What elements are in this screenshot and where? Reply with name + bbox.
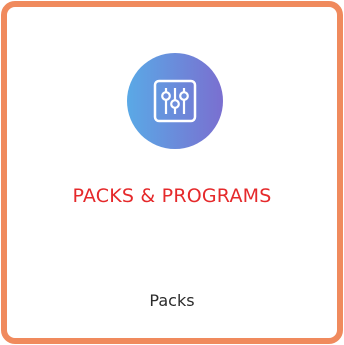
card-title: PACKS & PROGRAMS	[72, 185, 272, 207]
sliders-equalizer-icon	[153, 79, 197, 123]
icon-badge	[127, 53, 223, 149]
packs-programs-card[interactable]: PACKS & PROGRAMS Packs	[1, 1, 343, 344]
card-subtitle: Packs	[149, 291, 195, 310]
